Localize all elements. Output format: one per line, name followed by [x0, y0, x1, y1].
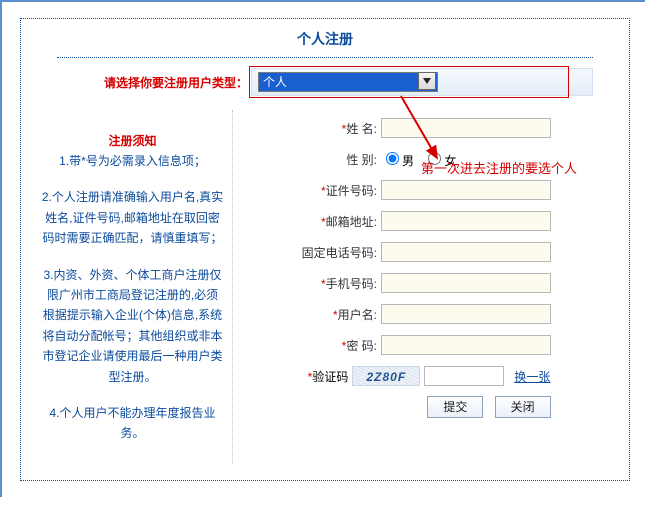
- notice-item-1: 1.带*号为必需录入信息项；: [41, 151, 224, 171]
- name-label: *姓 名:: [241, 120, 381, 137]
- notice-item-4: 4.个人用户不能办理年度报告业务。: [41, 403, 224, 444]
- gender-male-radio[interactable]: [386, 152, 399, 165]
- password-label: *密 码:: [241, 337, 381, 354]
- chevron-down-icon: [422, 76, 432, 86]
- password-input[interactable]: [381, 335, 551, 355]
- submit-button[interactable]: 提交: [427, 396, 483, 418]
- notice-item-3: 3.内资、外资、个体工商户注册仅限广州市工商局登记注册的,必须根据提示输入企业(…: [41, 265, 224, 387]
- email-label: *邮箱地址:: [241, 213, 381, 230]
- page-title: 个人注册: [297, 31, 353, 47]
- mobile-input[interactable]: [381, 273, 551, 293]
- gender-male-option[interactable]: 男: [381, 154, 414, 168]
- mobile-label: *手机号码:: [241, 275, 381, 292]
- gender-label: 性 别:: [241, 151, 381, 168]
- notice-panel: 注册须知 1.带*号为必需录入信息项； 2.个人注册请准确输入用户名,真实姓名,…: [33, 110, 233, 464]
- captcha-refresh-link[interactable]: 换一张: [514, 368, 550, 385]
- gender-female-radio[interactable]: [428, 152, 441, 165]
- user-type-select[interactable]: 个人: [258, 72, 438, 92]
- email-input[interactable]: [381, 211, 551, 231]
- form-panel: *姓 名: 性 别: 男 女 *证件号码: *邮箱地址: 固定电话号码:: [233, 110, 617, 464]
- user-type-bar: 请选择你要注册用户类型： 个人: [251, 68, 593, 96]
- notice-title: 注册须知: [41, 132, 224, 149]
- id-label: *证件号码:: [241, 182, 381, 199]
- captcha-label: *验证码: [308, 368, 349, 385]
- user-type-dropdown-button[interactable]: [418, 72, 436, 90]
- divider: [57, 57, 593, 58]
- close-button[interactable]: 关闭: [495, 396, 551, 418]
- username-label: *用户名:: [241, 306, 381, 323]
- username-input[interactable]: [381, 304, 551, 324]
- user-type-selected-value: 个人: [263, 75, 287, 89]
- id-input[interactable]: [381, 180, 551, 200]
- tel-label: 固定电话号码:: [241, 244, 381, 261]
- captcha-input[interactable]: [424, 366, 504, 386]
- gender-female-option[interactable]: 女: [423, 154, 456, 168]
- name-input[interactable]: [381, 118, 551, 138]
- notice-item-2: 2.个人注册请准确输入用户名,真实姓名,证件号码,邮箱地址在取回密码时需要正确匹…: [41, 187, 224, 248]
- tel-input[interactable]: [381, 242, 551, 262]
- user-type-prompt: 请选择你要注册用户类型：: [104, 74, 252, 91]
- captcha-image: 2Z80F: [352, 366, 420, 386]
